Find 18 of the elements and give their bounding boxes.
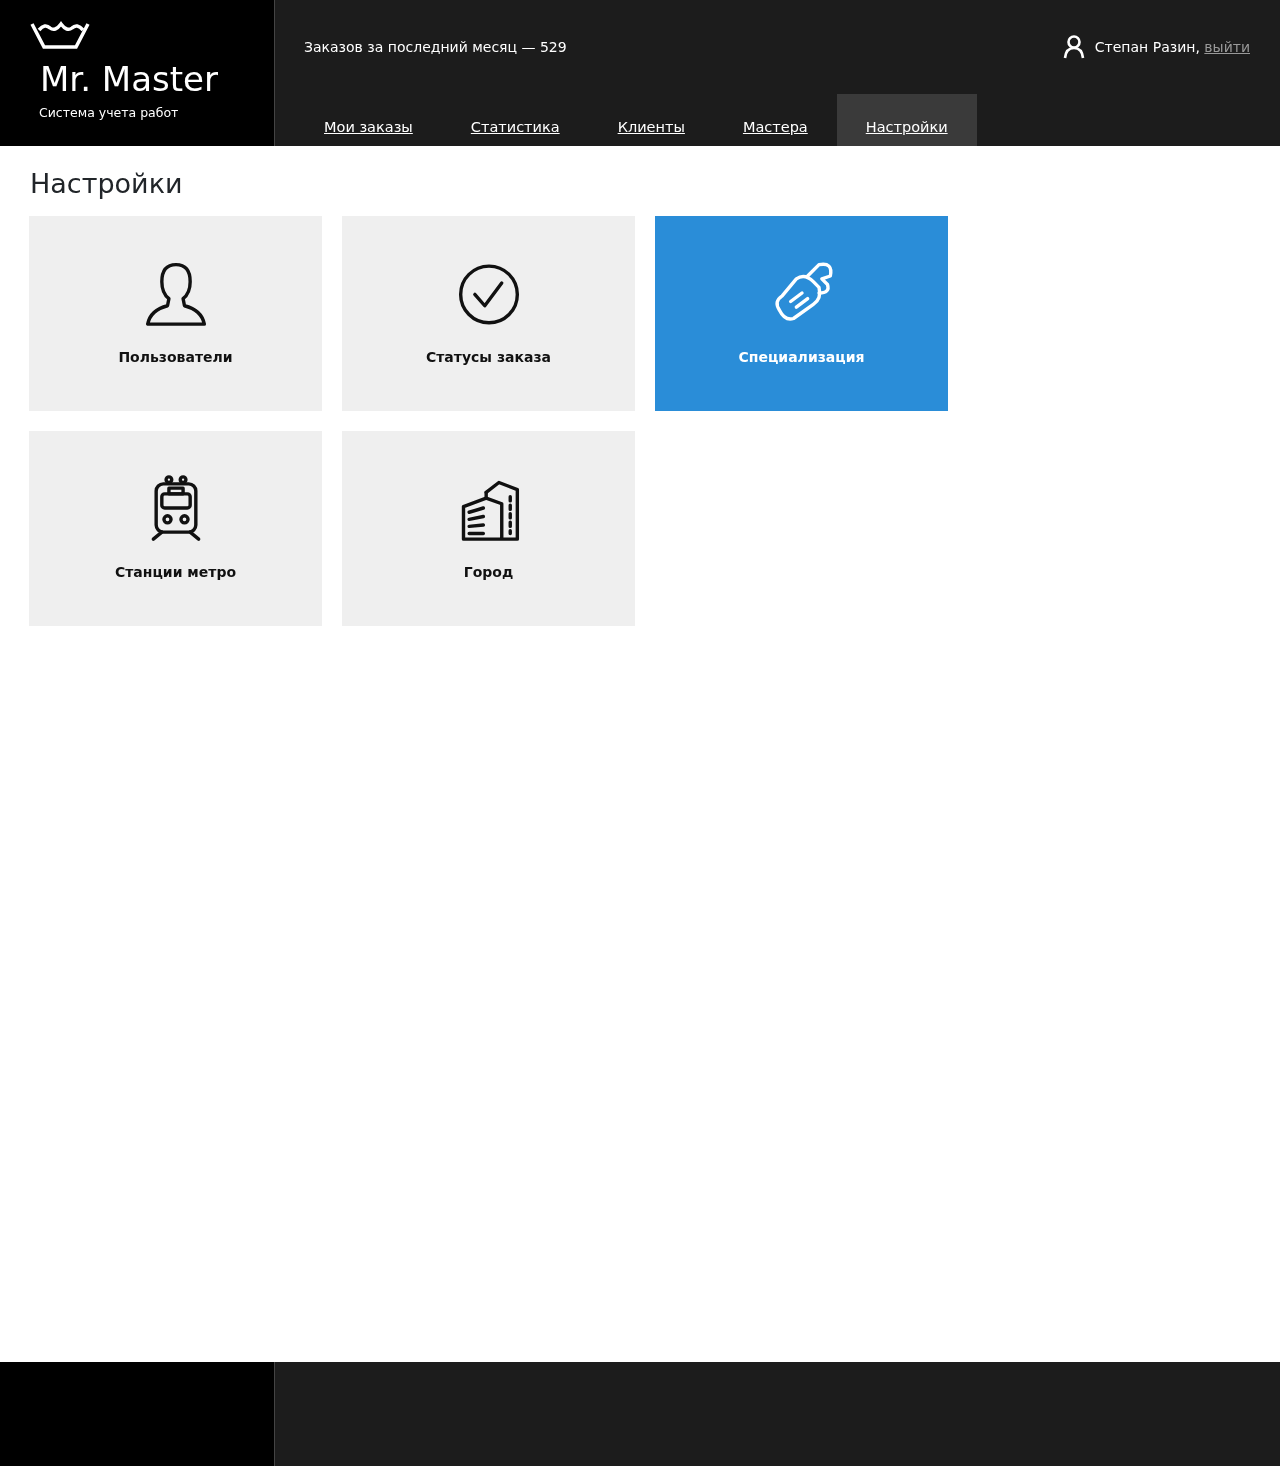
brand-name: Mr. Master (40, 62, 219, 96)
nav-tab[interactable]: Мои заказы (295, 94, 442, 146)
settings-tile[interactable]: Статусы заказа (342, 216, 635, 412)
nav-tab[interactable]: Статистика (441, 94, 589, 146)
nav-tab[interactable]: Настройки (836, 94, 977, 146)
settings-tile[interactable]: Пользователи (29, 216, 322, 412)
logout-link[interactable]: выйти (1204, 38, 1250, 55)
basin-logo-icon (30, 20, 92, 50)
settings-tile[interactable]: Город (342, 431, 635, 627)
settings-tile[interactable]: Специализация (655, 216, 948, 412)
nav-tab[interactable]: Клиенты (588, 94, 714, 146)
user-icon (1062, 35, 1085, 59)
settings-tile[interactable]: Станции метро (29, 431, 322, 627)
user-name: Степан Разин, (1094, 38, 1200, 55)
nav-tab[interactable]: Мастера (713, 94, 837, 146)
brand-tagline: Система учета работ (39, 104, 180, 122)
orders-count: Заказов за последний месяц — 529 (304, 37, 567, 57)
page-title: Настройки (30, 168, 184, 201)
